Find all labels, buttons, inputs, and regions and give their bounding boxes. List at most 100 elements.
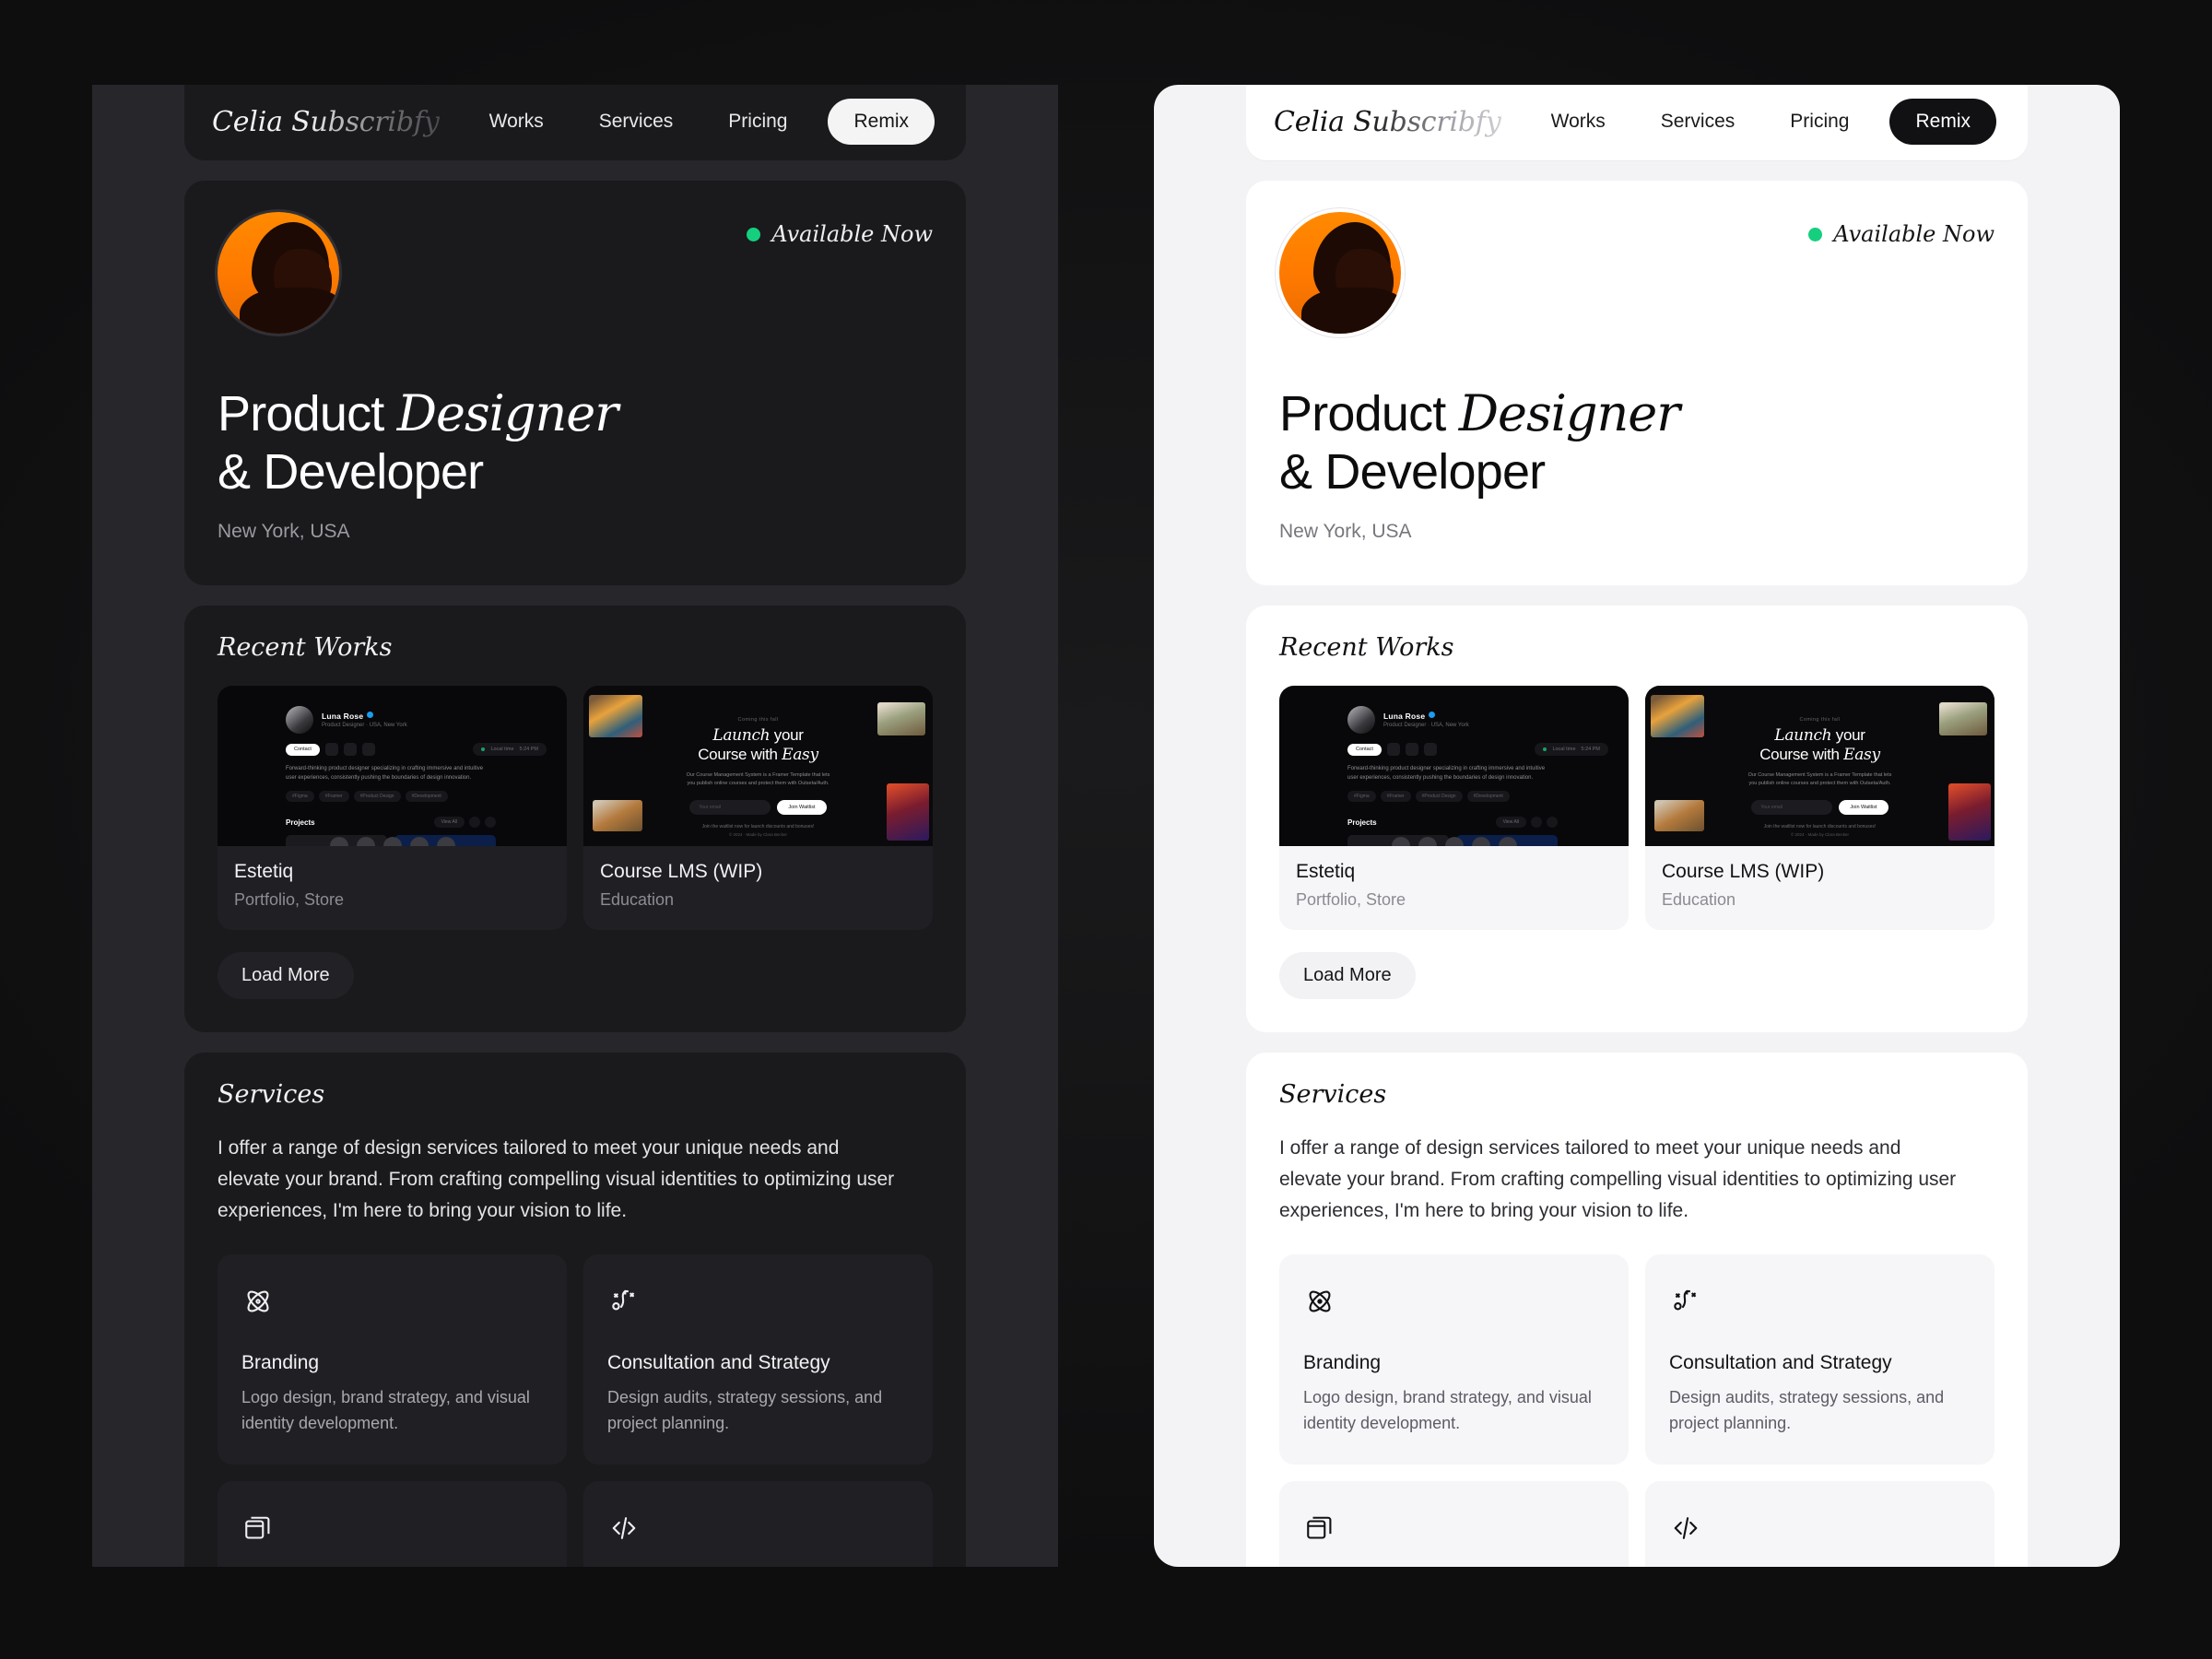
brand-logo[interactable]: Celia Subscribfy bbox=[1274, 106, 1501, 138]
mail-icon bbox=[343, 743, 357, 757]
nav-link-services[interactable]: Services bbox=[571, 111, 701, 133]
nav-links: Works Services Pricing Remix bbox=[1524, 99, 1996, 145]
thumb-note: Join the waitlist now for launch discoun… bbox=[1763, 823, 1877, 830]
work-name: Estetiq bbox=[234, 861, 294, 883]
service-card-framer-dev[interactable]: Framer Development bbox=[583, 1481, 933, 1567]
strategy-icon bbox=[607, 1282, 909, 1321]
service-name: Branding bbox=[241, 1352, 320, 1374]
thumb-local-time: Local time 5:24 PM bbox=[473, 743, 547, 757]
work-thumbnail-course-lms: Coming this fall Launch your Course with… bbox=[1645, 686, 1994, 847]
works-grid: Luna Rose Product Designer · USA, New Yo… bbox=[1279, 686, 1994, 931]
nav-link-works[interactable]: Works bbox=[1524, 111, 1633, 133]
thumb-email-input: Your email bbox=[689, 799, 771, 815]
work-name: Course LMS (WIP) bbox=[1662, 861, 1825, 883]
hero-title-line2: & Developer bbox=[218, 443, 484, 500]
thumb-contact-button: Contact bbox=[1347, 743, 1382, 756]
twitter-icon bbox=[1386, 743, 1400, 757]
thumb-join-button: Join Waitlist bbox=[777, 799, 827, 815]
work-thumbnail-course-lms: Coming this fall Launch your Course with… bbox=[583, 686, 933, 847]
work-card-estetiq[interactable]: Luna Rose Product Designer · USA, New Yo… bbox=[218, 686, 567, 931]
thumb-paragraph: Our Course Management System is a Framer… bbox=[1747, 772, 1892, 787]
light-theme-preview: Celia Subscribfy Works Services Pricing … bbox=[1154, 85, 2120, 1567]
thumb-avatar bbox=[1347, 706, 1375, 735]
layers-icon bbox=[1303, 1509, 1605, 1547]
load-more-button[interactable]: Load More bbox=[1279, 952, 1416, 1000]
thumb-profile-sub: Product Designer · USA, New York bbox=[1383, 723, 1469, 729]
recent-works-heading: Recent Works bbox=[218, 633, 393, 663]
availability-badge: Available Now bbox=[1808, 221, 1994, 247]
nav-link-works[interactable]: Works bbox=[462, 111, 571, 133]
service-card-branding[interactable]: Branding Logo design, brand strategy, an… bbox=[1279, 1254, 1629, 1465]
thumb-eyebrow: Coming this fall bbox=[737, 717, 779, 724]
work-thumbnail-estetiq: Luna Rose Product Designer · USA, New Yo… bbox=[218, 686, 567, 847]
verified-badge-icon bbox=[1429, 712, 1436, 719]
service-card-consultation[interactable]: Consultation and Strategy Design audits,… bbox=[583, 1254, 933, 1465]
work-name: Course LMS (WIP) bbox=[600, 861, 763, 883]
thumb-join-button: Join Waitlist bbox=[1839, 799, 1888, 815]
verified-badge-icon bbox=[367, 712, 374, 719]
thumb-profile-sub: Product Designer · USA, New York bbox=[322, 723, 407, 729]
service-name: Consultation and Strategy bbox=[607, 1352, 830, 1374]
work-card-estetiq[interactable]: Luna Rose Product Designer · USA, New Yo… bbox=[1279, 686, 1629, 931]
service-card-web-design[interactable]: Web Design bbox=[218, 1481, 567, 1567]
work-name: Estetiq bbox=[1296, 861, 1356, 883]
thumb-view-all: View All bbox=[1495, 817, 1526, 829]
services-section: Services I offer a range of design servi… bbox=[1246, 1053, 2028, 1567]
page-title: Product Designer & Developer bbox=[218, 384, 933, 500]
services-description: I offer a range of design services tailo… bbox=[1279, 1137, 1957, 1222]
hero-title-italic: Designer bbox=[396, 384, 618, 442]
thumb-footer: © 2024 · Made by Clara Becker bbox=[1790, 832, 1850, 838]
brand-logo[interactable]: Celia Subscribfy bbox=[212, 106, 440, 138]
recent-works-heading: Recent Works bbox=[1279, 633, 1454, 663]
availability-label: Available Now bbox=[771, 221, 933, 247]
camera-icon bbox=[361, 743, 375, 757]
nav-link-services[interactable]: Services bbox=[1633, 111, 1763, 133]
thumb-contact-button: Contact bbox=[286, 743, 320, 756]
thumb-profile-name: Luna Rose bbox=[322, 712, 364, 722]
services-heading: Services bbox=[1279, 1080, 1387, 1110]
camera-icon bbox=[1423, 743, 1437, 757]
services-heading: Services bbox=[218, 1080, 325, 1110]
nav-link-pricing[interactable]: Pricing bbox=[1762, 111, 1877, 133]
hero-title-regular: Product bbox=[1279, 386, 1459, 441]
thumb-tag: #Framer bbox=[318, 791, 349, 803]
hero-title-line2: & Developer bbox=[1279, 443, 1546, 500]
status-dot-icon bbox=[747, 227, 761, 241]
thumb-eyebrow: Coming this fall bbox=[1799, 717, 1841, 724]
thumb-bio: Forward-thinking product designer specia… bbox=[1347, 766, 1546, 782]
work-tag: Portfolio, Store bbox=[234, 890, 345, 910]
service-card-consultation[interactable]: Consultation and Strategy Design audits,… bbox=[1645, 1254, 1994, 1465]
services-grid: Branding Logo design, brand strategy, an… bbox=[1279, 1254, 1994, 1567]
avatar bbox=[218, 212, 339, 334]
thumb-local-time: Local time 5:24 PM bbox=[1535, 743, 1608, 757]
service-card-web-design[interactable]: Web Design bbox=[1279, 1481, 1629, 1567]
thumb-avatar bbox=[286, 706, 313, 735]
load-more-button[interactable]: Load More bbox=[218, 952, 354, 1000]
work-card-course-lms[interactable]: Coming this fall Launch your Course with… bbox=[1645, 686, 1994, 931]
recent-works-section: Recent Works Luna Rose Product Designer … bbox=[184, 606, 966, 1033]
thumb-email-input: Your email bbox=[1751, 799, 1833, 815]
nav-link-pricing[interactable]: Pricing bbox=[700, 111, 815, 133]
navbar-dark: Celia Subscribfy Works Services Pricing … bbox=[184, 85, 966, 160]
works-grid: Luna Rose Product Designer · USA, New Yo… bbox=[218, 686, 933, 931]
navbar-light: Celia Subscribfy Works Services Pricing … bbox=[1246, 85, 2028, 160]
thumb-projects-heading: Projects bbox=[286, 818, 315, 827]
chevron-right-icon bbox=[485, 817, 496, 829]
work-card-course-lms[interactable]: Coming this fall Launch your Course with… bbox=[583, 686, 933, 931]
thumb-paragraph: Our Course Management System is a Framer… bbox=[686, 772, 830, 787]
thumb-tag: #Figma bbox=[1347, 791, 1376, 803]
service-card-framer-dev[interactable]: Framer Development bbox=[1645, 1481, 1994, 1567]
page-title: Product Designer & Developer bbox=[1279, 384, 1994, 500]
thumb-view-all: View All bbox=[433, 817, 465, 829]
services-section: Services I offer a range of design servi… bbox=[184, 1053, 966, 1567]
remix-button[interactable]: Remix bbox=[1889, 99, 1996, 145]
services-grid: Branding Logo design, brand strategy, an… bbox=[218, 1254, 933, 1567]
code-icon bbox=[607, 1509, 909, 1547]
thumb-note: Join the waitlist now for launch discoun… bbox=[701, 823, 815, 830]
nav-links: Works Services Pricing Remix bbox=[462, 99, 935, 145]
remix-button[interactable]: Remix bbox=[828, 99, 935, 145]
service-text: Logo design, brand strategy, and visual … bbox=[1303, 1388, 1592, 1433]
hero-card: Available Now Product Designer & Develop… bbox=[1246, 181, 2028, 586]
service-card-branding[interactable]: Branding Logo design, brand strategy, an… bbox=[218, 1254, 567, 1465]
availability-label: Available Now bbox=[1833, 221, 1994, 247]
